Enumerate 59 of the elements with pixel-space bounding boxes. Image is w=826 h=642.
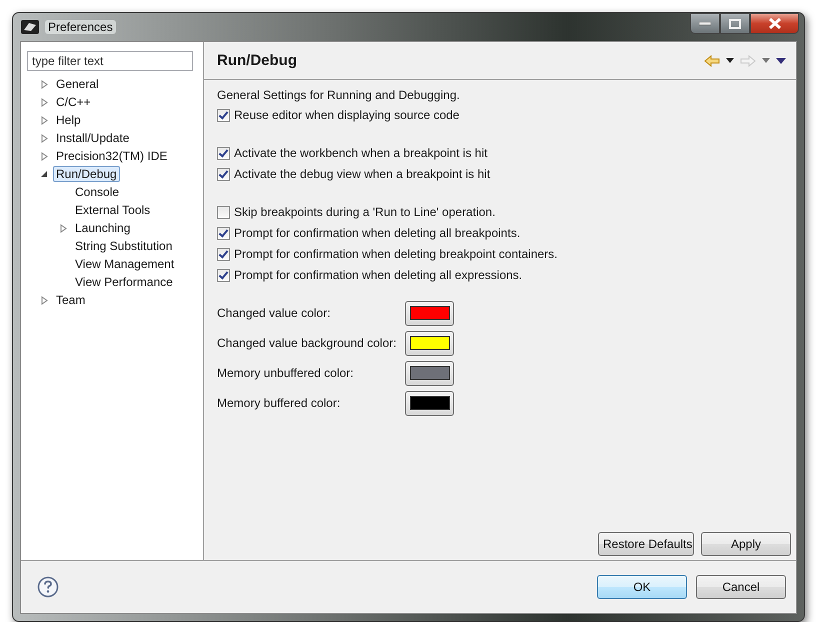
checkbox[interactable]: [217, 226, 230, 240]
expand-arrow-icon[interactable]: [41, 134, 48, 142]
expand-arrow-icon[interactable]: [41, 116, 48, 124]
page-title: Run/Debug: [217, 52, 297, 69]
tree-item[interactable]: String Substitution: [72, 238, 176, 254]
checkbox[interactable]: [217, 146, 230, 160]
close-icon[interactable]: [768, 18, 782, 29]
maximize-icon[interactable]: [729, 18, 741, 28]
color-label: Changed value color:: [217, 306, 332, 320]
tree-item[interactable]: Team: [53, 292, 88, 308]
checkbox-option[interactable]: Prompt for confirmation when deleting all breakpoints.: [217, 224, 520, 242]
color-picker-button[interactable]: [405, 390, 454, 416]
checkbox-option[interactable]: Activate the debug view when a breakpoint is hit: [217, 165, 490, 183]
back-arrow-icon[interactable]: [704, 54, 720, 66]
color-picker-button[interactable]: [405, 330, 454, 356]
filter-field[interactable]: type filter text: [27, 51, 193, 71]
color-picker-button[interactable]: [405, 300, 454, 326]
caret-icon[interactable]: [726, 58, 734, 63]
color-label: Changed value background color:: [217, 336, 398, 350]
tree-item[interactable]: Install/Update: [53, 130, 132, 146]
tree-item[interactable]: View Management: [72, 256, 178, 272]
expand-arrow-icon[interactable]: [41, 296, 48, 304]
checkbox-option[interactable]: Activate the workbench when a breakpoint is hit: [217, 144, 488, 162]
checkbox[interactable]: [217, 248, 230, 260]
app-icon: [21, 19, 39, 35]
apply-button[interactable]: Apply: [701, 532, 791, 556]
tree-item[interactable]: Precision32(TM) IDE: [53, 148, 170, 164]
expand-arrow-icon[interactable]: [60, 224, 67, 232]
color-label: Memory buffered color:: [217, 396, 342, 410]
tree-item[interactable]: External Tools: [72, 202, 154, 218]
page-description: General Settings for Running and Debugging.: [217, 88, 461, 102]
tree-item[interactable]: View Performance: [72, 274, 176, 290]
checkbox[interactable]: [217, 108, 230, 122]
expand-arrow-icon[interactable]: [41, 152, 48, 160]
checkbox[interactable]: [217, 168, 230, 180]
color-picker-button[interactable]: [405, 360, 454, 386]
help-icon[interactable]: [37, 576, 59, 598]
color-label: Memory unbuffered color:: [217, 366, 355, 380]
restore-defaults-button[interactable]: Restore Defaults: [598, 532, 694, 556]
tree-item[interactable]: Run/Debug: [53, 166, 120, 182]
tree-item[interactable]: General: [53, 76, 102, 92]
tree-item[interactable]: Console: [72, 184, 122, 200]
minimize-icon[interactable]: [699, 22, 711, 26]
checkbox-option[interactable]: Skip breakpoints during a 'Run to Line' operation.: [217, 203, 496, 221]
cancel-button[interactable]: Cancel: [696, 575, 786, 599]
expand-arrow-icon[interactable]: [41, 98, 48, 106]
checkbox-option[interactable]: Prompt for confirmation when deleting breakpoint containers.: [217, 245, 558, 263]
ok-button[interactable]: OK: [597, 575, 687, 599]
collapse-arrow-icon[interactable]: [41, 170, 48, 178]
expand-arrow-icon[interactable]: [41, 80, 48, 88]
tree-item[interactable]: C/C++: [53, 94, 94, 110]
window-title: Preferences: [45, 20, 116, 34]
tree-item[interactable]: Help: [53, 112, 84, 128]
menu-caret-icon[interactable]: [776, 58, 786, 64]
checkbox[interactable]: [217, 268, 230, 282]
checkbox[interactable]: [217, 206, 230, 218]
checkbox-option[interactable]: Reuse editor when displaying source code: [217, 106, 460, 124]
checkbox-option[interactable]: Prompt for confirmation when deleting all expressions.: [217, 266, 522, 284]
tree-item[interactable]: Launching: [72, 220, 134, 236]
